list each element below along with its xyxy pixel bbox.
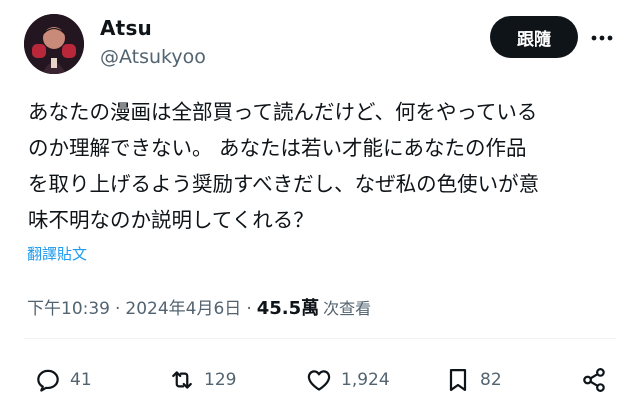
reply-button[interactable]: 41 [34, 366, 92, 394]
reply-icon [37, 369, 59, 392]
share-button[interactable] [580, 366, 608, 394]
follow-button[interactable]: 跟隨 [490, 16, 578, 58]
reply-count: 41 [70, 370, 92, 390]
more-options-button[interactable] [584, 24, 620, 52]
bookmark-icon [449, 368, 467, 392]
avatar-image [24, 14, 84, 74]
meta-separator: · [115, 299, 121, 319]
meta-separator: · [246, 299, 252, 319]
repost-button[interactable]: 129 [168, 366, 236, 394]
post-text: あなたの漫画は全部買って読んだけど、何をやっている のか理解できない。 あなたは… [28, 100, 540, 232]
translate-post-link[interactable]: 翻譯貼文 [27, 243, 87, 264]
author-display-name[interactable]: Atsu [100, 16, 152, 40]
like-button[interactable]: 1,924 [305, 366, 390, 394]
author-handle[interactable]: @Atsukyoo [100, 46, 206, 68]
divider [24, 338, 616, 339]
post-time[interactable]: 下午10:39 [27, 294, 110, 319]
post-date[interactable]: 2024年4月6日 [125, 294, 241, 319]
repost-icon [172, 371, 192, 389]
more-horizontal-icon [591, 35, 613, 41]
views-label: 次查看 [323, 299, 372, 318]
repost-count: 129 [204, 370, 237, 390]
bookmark-button[interactable]: 82 [444, 366, 502, 394]
like-count: 1,924 [341, 370, 390, 390]
bookmark-count: 82 [480, 370, 502, 390]
avatar[interactable] [24, 14, 84, 74]
share-icon [583, 368, 605, 392]
post-metadata: 下午10:39 · 2024年4月6日 · 45.5萬 次查看 [27, 294, 371, 320]
views-count: 45.5萬 [256, 298, 320, 319]
heart-icon [307, 370, 331, 391]
